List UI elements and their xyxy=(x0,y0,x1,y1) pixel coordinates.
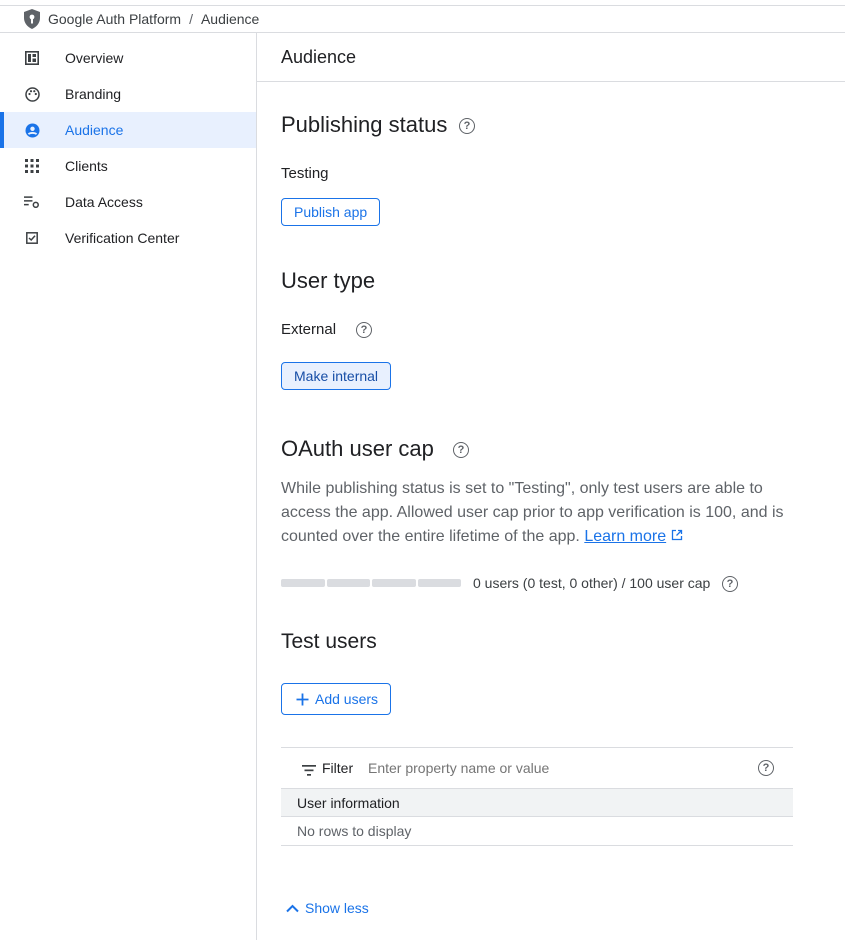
user-cap-progress-bar xyxy=(281,579,461,587)
apps-grid-icon xyxy=(24,158,40,174)
list-settings-icon xyxy=(24,194,40,210)
test-users-heading: Test users xyxy=(281,630,377,653)
chevron-up-icon xyxy=(286,904,299,913)
plus-icon xyxy=(296,693,309,706)
sidebar-item-verification-center[interactable]: Verification Center xyxy=(0,220,256,256)
oauth-cap-description: While publishing status is set to "Testi… xyxy=(281,477,801,549)
breadcrumb: Google Auth Platform / Audience xyxy=(0,5,845,33)
user-type-value: External xyxy=(281,321,337,338)
add-users-label: Add users xyxy=(315,691,379,707)
filter-label: Filter xyxy=(322,760,354,776)
filter-bar: Filter ? xyxy=(281,747,793,788)
progress-segment xyxy=(417,579,461,587)
external-link-icon xyxy=(671,525,683,549)
sidebar-item-overview[interactable]: Overview xyxy=(0,40,256,76)
publish-app-button[interactable]: Publish app xyxy=(281,198,381,226)
sidebar-item-clients[interactable]: Clients xyxy=(0,148,256,184)
oauth-user-cap-heading: OAuth user cap xyxy=(281,436,434,461)
publishing-status-value: Testing xyxy=(281,165,329,182)
progress-segment xyxy=(372,579,416,587)
breadcrumb-platform-link[interactable]: Google Auth Platform xyxy=(48,11,181,27)
breadcrumb-separator: / xyxy=(189,11,193,27)
sidebar-item-label: Data Access xyxy=(65,194,143,210)
sidebar-nav: Overview Branding Audience Clients Data … xyxy=(0,33,257,940)
breadcrumb-current: Audience xyxy=(200,11,260,27)
sidebar-item-label: Overview xyxy=(65,50,124,66)
checkbox-icon xyxy=(24,230,40,246)
page-title: Audience xyxy=(281,47,357,67)
sidebar-item-label: Clients xyxy=(65,158,108,174)
help-icon[interactable]: ? xyxy=(758,760,774,776)
sidebar-item-data-access[interactable]: Data Access xyxy=(0,184,256,220)
sidebar-item-audience[interactable]: Audience xyxy=(0,112,256,148)
auth-shield-icon xyxy=(22,8,42,30)
publishing-status-heading: Publishing status xyxy=(281,112,448,137)
user-cap-text: 0 users (0 test, 0 other) / 100 user cap xyxy=(473,575,711,591)
account-circle-icon xyxy=(24,122,40,138)
add-users-button[interactable]: Add users xyxy=(281,683,392,715)
help-icon[interactable]: ? xyxy=(356,322,372,338)
learn-more-link[interactable]: Learn more xyxy=(584,528,666,545)
help-icon[interactable]: ? xyxy=(453,442,469,458)
filter-input[interactable] xyxy=(368,760,728,776)
palette-icon xyxy=(24,86,40,102)
make-internal-button[interactable]: Make internal xyxy=(281,362,392,390)
progress-segment xyxy=(326,579,370,587)
empty-table-message: No rows to display xyxy=(281,817,793,846)
sidebar-item-label: Audience xyxy=(65,122,124,138)
show-less-label: Show less xyxy=(305,900,369,916)
sidebar-item-label: Verification Center xyxy=(65,230,180,246)
main-header: Audience xyxy=(257,33,845,82)
progress-segment xyxy=(281,579,325,587)
show-less-button[interactable]: Show less xyxy=(286,900,369,916)
sidebar-item-label: Branding xyxy=(65,86,122,102)
help-icon[interactable]: ? xyxy=(459,118,475,134)
help-icon[interactable]: ? xyxy=(722,576,738,592)
oauth-cap-description-text: While publishing status is set to "Testi… xyxy=(281,480,784,546)
test-users-table: Filter ? User information No rows to dis… xyxy=(281,747,793,846)
dashboard-icon xyxy=(24,50,40,66)
filter-icon[interactable] xyxy=(302,763,316,781)
user-type-heading: User type xyxy=(281,268,376,293)
column-header-user-information[interactable]: User information xyxy=(281,788,793,817)
sidebar-item-branding[interactable]: Branding xyxy=(0,76,256,112)
learn-more-label: Learn more xyxy=(584,528,667,546)
